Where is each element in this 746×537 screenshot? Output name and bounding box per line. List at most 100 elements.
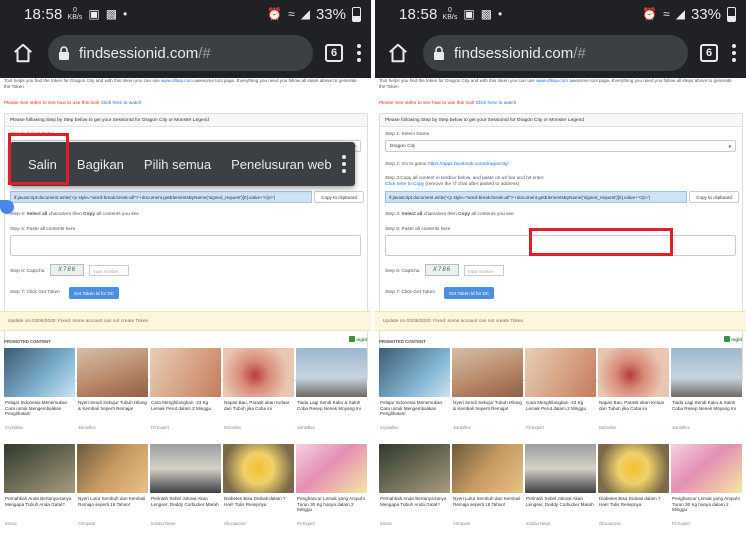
address-bar[interactable]: findsessionid.com/# (423, 35, 688, 71)
captcha-input[interactable]: Input number (464, 265, 504, 276)
ad-tile[interactable]: Perintah Sebel Jokowi Akan Lengser, Dedd… (525, 444, 596, 536)
intro-link[interactable]: www.dltiop.com (536, 78, 568, 83)
wifi-icon: ≈ (663, 7, 670, 21)
ad-image (77, 444, 148, 493)
steps-card-header: Please following Step by Step below to g… (380, 114, 742, 127)
tab-switcher-button[interactable]: 6 (700, 44, 718, 62)
wifi-icon: ≈ (288, 7, 295, 21)
browser-toolbar: findsessionid.com/# 6 (375, 28, 746, 78)
ad-tile[interactable]: Napas Bau, Parasit akan Keluar dari Tubu… (598, 348, 669, 440)
address-bar[interactable]: findsessionid.com/# (48, 35, 313, 71)
intro-text: Tool helps you find the token for Dragon… (4, 78, 357, 90)
captcha-image: X786 (50, 264, 84, 276)
alarm-icon: ⏰ (642, 7, 658, 21)
chat-icon: ▩ (480, 7, 493, 21)
home-icon (14, 43, 32, 63)
intro-link[interactable]: www.dltiop.com (161, 78, 193, 83)
ad-tile[interactable]: Pernahkah Anda Bertanya-tanya Mengapa Tu… (4, 444, 75, 536)
code-textbox[interactable]: if:javascript:document.write('<p style="… (10, 191, 312, 203)
more-options-icon[interactable] (341, 155, 346, 173)
browser-menu-button[interactable] (355, 44, 363, 62)
ad-image (4, 348, 75, 397)
status-bar: 18:58 0 KB/s ▣ ▩ • ⏰ ≈ ◢ 33% (375, 0, 746, 28)
ad-tile[interactable]: Nyeri Sendi Sekujur Tubuh Hilang & Kemba… (77, 348, 148, 440)
ad-tile[interactable]: Nyeri Sendi Sekujur Tubuh Hilang & Kemba… (452, 348, 523, 440)
chat-icon: ▩ (105, 7, 118, 21)
watch-video-link[interactable]: Click here to watch (101, 101, 142, 106)
copy-link[interactable]: Click here to Copy (385, 182, 424, 187)
battery-percent: 33% (690, 5, 721, 23)
ad-row-2: Pernahkah Anda Bertanya-tanya Mengapa Tu… (379, 444, 743, 536)
get-token-button[interactable]: Get Token ld for DC (444, 287, 494, 299)
ad-image (598, 348, 669, 397)
home-button[interactable] (6, 36, 40, 70)
ad-tile[interactable]: Penghancur Lemak yang Ampuh! Turun 30 Kg… (296, 444, 367, 536)
game-select[interactable]: Dragon City▾ (385, 140, 736, 152)
step7-label: Step 7: Click Get Token (10, 290, 61, 295)
left-phone-screen: 18:58 0 KB/s ▣ ▩ • ⏰ ≈ ◢ 33% findsessioni… (0, 0, 371, 537)
ad-row-1: Pelajar Indonesia Menemukan Cara untuk M… (4, 348, 368, 440)
video-notice: Please See video to see how to use this … (379, 101, 517, 106)
battery-icon (727, 6, 736, 22)
step6-label: Step 6: Captcha (385, 269, 420, 274)
update-notice: Update on 03/06/2020: Fixed: some accoun… (375, 311, 746, 331)
home-button[interactable] (381, 36, 415, 70)
ad-tile[interactable]: Cara Menghilangkan -23 Kg Lemak Perut da… (150, 348, 221, 440)
battery-percent: 33% (315, 5, 346, 23)
lock-icon (433, 46, 445, 60)
ad-row-1: Pelajar Indonesia Menemukan Cara untuk M… (379, 348, 743, 440)
ad-image (77, 348, 148, 397)
code-textbox[interactable]: if:javascript:document.write('<p style="… (385, 191, 687, 203)
url-path: /# (573, 44, 586, 62)
step4-label: Step 4: Select all characters then Copy … (10, 212, 139, 217)
ad-image (452, 444, 523, 493)
ad-tile[interactable]: Pelajar Indonesia Menemukan Cara untuk M… (4, 348, 75, 440)
ad-tile[interactable]: Pelajar Indonesia Menemukan Cara untuk M… (379, 348, 450, 440)
promoted-content-header: PROMOTED CONTENT mgid (4, 336, 367, 344)
step4-label: Step 4: Select all characters then Copy … (385, 212, 514, 217)
alarm-icon: ⏰ (267, 7, 283, 21)
url-host: findsessionid.com (454, 44, 574, 62)
menu-item-select-all[interactable]: Pilih semua (134, 157, 221, 172)
mgid-logo: mgid (724, 336, 742, 342)
ad-tile[interactable]: Napas Bau, Parasit akan Keluar dari Tubu… (223, 348, 294, 440)
paste-textarea[interactable] (10, 235, 361, 256)
image-icon: ▣ (88, 7, 100, 21)
game-link[interactable]: https://apps.facebook.com/dragoncity/ (428, 162, 509, 167)
tab-switcher-button[interactable]: 6 (325, 44, 343, 62)
get-token-button[interactable]: Get Token ld for DC (69, 287, 119, 299)
ad-tile[interactable]: Nyeri Lutut Sembuh dan Kembali Remaja se… (452, 444, 523, 536)
ad-image (150, 444, 221, 493)
ad-image (150, 348, 221, 397)
selection-handle[interactable] (0, 200, 14, 214)
network-speed: 0 KB/s (67, 7, 83, 21)
update-notice: Update on 03/06/2020: Fixed: some accoun… (0, 311, 371, 331)
intro-text: Tool helps you find the token for Dragon… (379, 78, 732, 90)
ad-tile[interactable]: Tiada Lagi Sendi Kaku & Sakit! Coba Rese… (671, 348, 742, 440)
ad-image (671, 348, 742, 397)
ad-tile[interactable]: Diabetes Bisa Diobati dalam 7 Hari! Tuli… (223, 444, 294, 536)
copy-to-clipboard-button[interactable]: Copy to clipboard (689, 191, 739, 203)
ad-tile[interactable]: Perintah Sebel Jokowi Akan Lengser, Dedd… (150, 444, 221, 536)
right-phone-screen: 18:58 0 KB/s ▣ ▩ • ⏰ ≈ ◢ 33% findsessioni… (375, 0, 746, 537)
menu-item-web-search[interactable]: Penelusuran web (221, 157, 341, 172)
step3-label: Step 3:Copy all content in textbox below… (385, 176, 545, 181)
ad-image (296, 348, 367, 397)
web-page: Tool helps you find the token for Dragon… (375, 78, 746, 537)
step6-label: Step 6: Captcha (10, 269, 45, 274)
ad-image (525, 444, 596, 493)
copy-to-clipboard-button[interactable]: Copy to clipboard (314, 191, 364, 203)
ad-tile[interactable]: Tiada Lagi Sendi Kaku & Sakit! Coba Rese… (296, 348, 367, 440)
watch-video-link[interactable]: Click here to watch (476, 101, 517, 106)
ad-tile[interactable]: Pernahkah Anda Bertanya-tanya Mengapa Tu… (379, 444, 450, 536)
ad-tile[interactable]: Nyeri Lutut Sembuh dan Kembali Remaja se… (77, 444, 148, 536)
ad-image (598, 444, 669, 493)
ad-tile[interactable]: Diabetes Bisa Diobati dalam 7 Hari! Tuli… (598, 444, 669, 536)
ad-image (223, 444, 294, 493)
menu-item-share[interactable]: Bagikan (67, 157, 134, 172)
browser-menu-button[interactable] (730, 44, 738, 62)
ad-tile[interactable]: Cara Menghilangkan -23 Kg Lemak Perut da… (525, 348, 596, 440)
ad-tile[interactable]: Penghancur Lemak yang Ampuh! Turun 30 Kg… (671, 444, 742, 536)
captcha-input[interactable]: Input number (89, 265, 129, 276)
ad-image (296, 444, 367, 493)
